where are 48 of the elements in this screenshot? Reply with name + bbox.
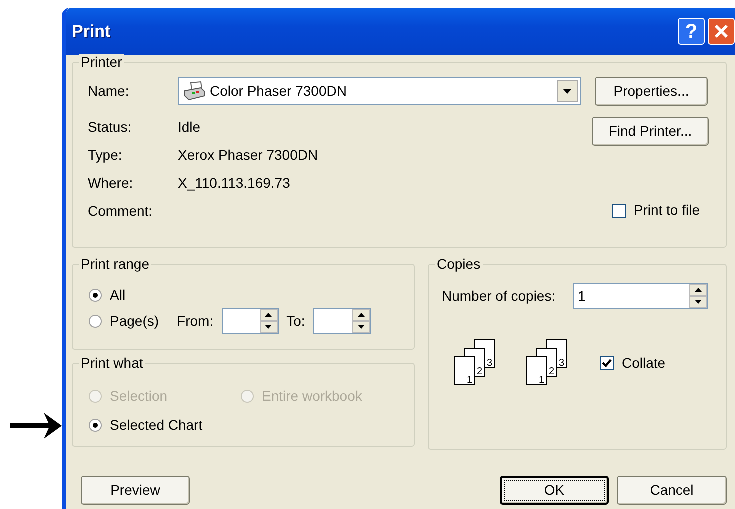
- radio-label: Page(s): [110, 312, 160, 331]
- spin-field[interactable]: [313, 308, 372, 334]
- cancel-button[interactable]: Cancel: [617, 476, 727, 505]
- group-label: Print range: [79, 256, 152, 272]
- properties-button[interactable]: Properties...: [595, 76, 708, 106]
- checkbox-label: Collate: [622, 354, 666, 372]
- field-label: Where:: [88, 174, 134, 192]
- caret-up-icon[interactable]: [265, 313, 272, 317]
- radio-button[interactable]: [89, 418, 102, 432]
- checkbox-label: Print to file: [634, 201, 700, 220]
- radio-button[interactable]: [89, 314, 102, 328]
- field-label: From:: [177, 312, 214, 330]
- field-value: Idle: [178, 118, 201, 136]
- help-button[interactable]: ?: [678, 18, 705, 45]
- field-label: Status:: [88, 118, 133, 136]
- radio-label: Selection: [110, 386, 168, 406]
- preview-button[interactable]: Preview: [81, 476, 190, 505]
- spin-field[interactable]: [222, 308, 279, 334]
- field-label: Name:: [88, 82, 130, 100]
- dropdown-value: Color Phaser 7300DN: [210, 82, 347, 100]
- radio-label: All: [110, 286, 126, 304]
- spin-field[interactable]: 1: [573, 283, 708, 309]
- radio-button[interactable]: [89, 288, 102, 302]
- radio-label: Entire workbook: [262, 386, 362, 406]
- field-value: Xerox Phaser 7300DN: [178, 146, 318, 164]
- field-label: Type:: [88, 146, 124, 165]
- radio-label: Selected Chart: [110, 416, 203, 434]
- window-title: Print: [72, 20, 111, 43]
- caret-up-icon[interactable]: [694, 288, 702, 292]
- group-label: Printer: [79, 54, 124, 70]
- close-icon[interactable]: [714, 24, 729, 39]
- caret-down-icon[interactable]: [358, 325, 365, 329]
- field-value: X_110.113.169.73: [178, 174, 290, 193]
- field-label: Number of copies:: [442, 286, 556, 306]
- printer-dropdown[interactable]: Color Phaser 7300DN: [178, 77, 581, 105]
- group-label: Print what: [79, 355, 146, 371]
- printer-icon: [183, 81, 207, 101]
- caret-down-icon[interactable]: [694, 300, 702, 304]
- close-button[interactable]: [708, 18, 735, 45]
- find-printer-button[interactable]: Find Printer...: [592, 117, 709, 146]
- group-label: Copies: [435, 256, 483, 272]
- ok-button[interactable]: OK: [500, 476, 609, 505]
- checkbox[interactable]: [600, 356, 614, 370]
- caret-down-icon[interactable]: [265, 325, 272, 329]
- checkbox[interactable]: [612, 204, 626, 218]
- field-label: Comment:: [88, 202, 154, 220]
- field-label: To:: [286, 312, 306, 330]
- caret-up-icon[interactable]: [358, 313, 365, 317]
